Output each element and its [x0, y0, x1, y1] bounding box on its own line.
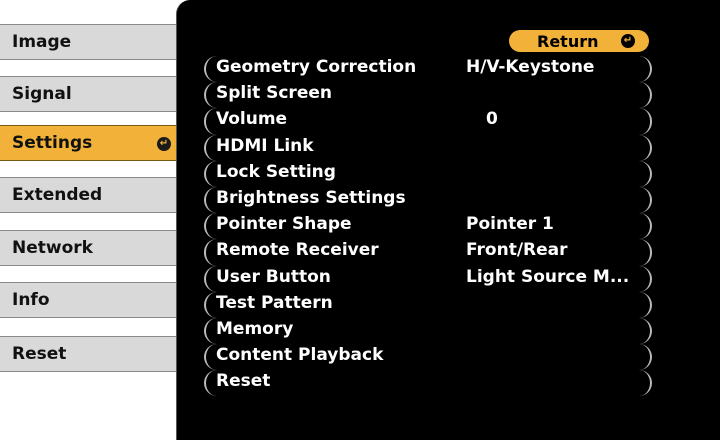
item-label: User Button [216, 266, 331, 287]
tab-reset[interactable]: Reset [0, 336, 186, 372]
menu-item-geometry-correction[interactable]: Geometry Correction H/V-Keystone [204, 56, 652, 83]
tab-info[interactable]: Info [0, 282, 186, 318]
item-label: Split Screen [216, 83, 332, 104]
menu-item-brightness-settings[interactable]: Brightness Settings [204, 186, 652, 214]
return-button[interactable]: Return ↵ [509, 30, 649, 52]
item-label: Memory [216, 318, 294, 339]
item-value: Pointer 1 [466, 214, 554, 235]
item-label: Lock Setting [216, 161, 336, 182]
item-label: HDMI Link [216, 135, 314, 156]
enter-icon: ↵ [621, 34, 635, 48]
tab-network[interactable]: Network [0, 230, 186, 266]
tab-label: Signal [12, 84, 72, 104]
item-label: Brightness Settings [216, 187, 406, 208]
tab-extended[interactable]: Extended [0, 177, 186, 213]
item-label: Reset [216, 371, 271, 392]
menu-item-reset[interactable]: Reset [204, 370, 652, 397]
item-label: Pointer Shape [216, 214, 352, 235]
menu-item-remote-receiver[interactable]: Remote Receiver Front/Rear [204, 239, 652, 266]
menu-item-test-pattern[interactable]: Test Pattern [204, 291, 652, 318]
tab-label: Image [12, 32, 72, 52]
menu-item-hdmi-link[interactable]: HDMI Link [204, 134, 652, 161]
tab-label: Reset [12, 344, 67, 364]
item-label: Content Playback [216, 345, 384, 366]
tab-label: Info [12, 290, 50, 310]
item-label: Volume [216, 109, 288, 130]
menu-item-split-screen[interactable]: Split Screen [204, 82, 652, 109]
item-label: Geometry Correction [216, 57, 417, 77]
item-value: 0 [486, 109, 498, 130]
tab-label: Extended [12, 185, 103, 205]
menu-item-content-playback[interactable]: Content Playback [204, 344, 652, 371]
item-label: Test Pattern [216, 292, 333, 313]
settings-list: Geometry Correction H/V-Keystone Split Sc… [204, 56, 652, 397]
tab-signal[interactable]: Signal [0, 76, 186, 112]
return-label: Return [537, 31, 599, 51]
item-value: Light Source M... [466, 266, 630, 287]
tab-image[interactable]: Image [0, 24, 186, 60]
item-value: H/V-Keystone [466, 57, 595, 77]
menu-item-pointer-shape[interactable]: Pointer Shape Pointer 1 [204, 213, 652, 240]
item-label: Remote Receiver [216, 240, 379, 261]
item-value: Front/Rear [466, 240, 568, 261]
enter-icon: ↵ [157, 137, 171, 151]
menu-item-memory[interactable]: Memory [204, 317, 652, 345]
menu-tabs: Image Signal Settings ↵ Extended Network … [0, 0, 186, 440]
tab-label: Settings [12, 133, 93, 153]
menu-item-user-button[interactable]: User Button Light Source M... [204, 265, 652, 292]
menu-item-volume[interactable]: Volume 0 [204, 108, 652, 135]
menu-item-lock-setting[interactable]: Lock Setting [204, 160, 652, 187]
tab-label: Network [12, 238, 93, 258]
tab-settings[interactable]: Settings ↵ [0, 125, 186, 161]
